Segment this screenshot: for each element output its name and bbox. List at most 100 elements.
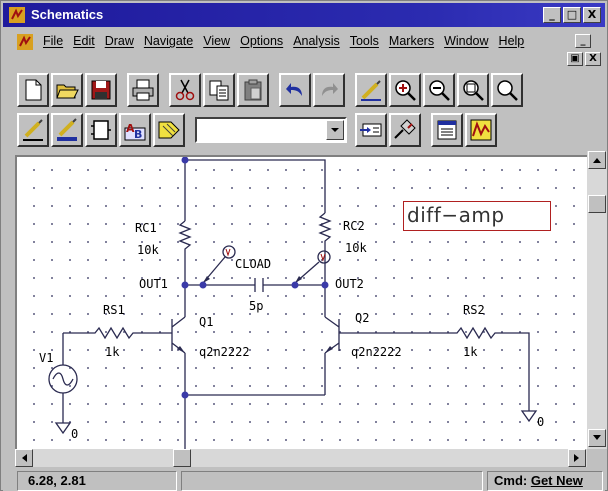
rc1-value[interactable]: 10k	[137, 243, 159, 257]
out1-label[interactable]: OUT1	[139, 277, 168, 291]
menu-edit[interactable]: Edit	[73, 34, 95, 48]
probe-v-mark	[225, 248, 231, 257]
junction-dot	[321, 281, 329, 289]
diagram-title-box[interactable]: diff−amp	[403, 201, 551, 231]
paste-button[interactable]	[237, 73, 269, 107]
q2-model[interactable]: q2n2222	[351, 345, 402, 359]
zoom-fit-button[interactable]	[491, 73, 523, 107]
menu-tools[interactable]: Tools	[350, 34, 379, 48]
draw-wire-tool-button[interactable]	[17, 113, 49, 147]
redo-icon	[322, 83, 338, 96]
rs2-value[interactable]: 1k	[463, 345, 477, 359]
top-rail-wire	[184, 157, 326, 213]
menu-draw[interactable]: Draw	[105, 34, 134, 48]
open-button[interactable]	[51, 73, 83, 107]
draw-bus-button[interactable]	[51, 113, 83, 147]
part-combo[interactable]	[195, 117, 347, 143]
zoom-out-button[interactable]	[423, 73, 455, 107]
save-button[interactable]	[85, 73, 117, 107]
out2-label[interactable]: OUT2	[335, 277, 364, 291]
zoom-area-button[interactable]	[457, 73, 489, 107]
zoom-in-icon	[395, 80, 416, 101]
rc2-value[interactable]: 10k	[345, 241, 367, 255]
copy-button[interactable]	[203, 73, 235, 107]
rs1-value[interactable]: 1k	[105, 345, 119, 359]
draw-block-button[interactable]	[85, 113, 117, 147]
status-message	[181, 471, 483, 491]
menu-file[interactable]: File	[43, 34, 63, 48]
paste-icon	[244, 79, 262, 101]
schematic-canvas[interactable]: diff−amp RC1 10k RC2 10k CLOAD 5p OUT1 O…	[15, 155, 587, 449]
arrow-left-icon	[22, 454, 27, 462]
draw-wire-button[interactable]	[355, 73, 387, 107]
menu-navigate[interactable]: Navigate	[144, 34, 193, 48]
setup-analysis-icon	[360, 123, 382, 137]
ground2-label[interactable]: 0	[537, 415, 544, 429]
minimize-button[interactable]: _	[543, 7, 561, 23]
simulate-button[interactable]	[389, 113, 421, 147]
menu-window[interactable]: Window	[444, 34, 488, 48]
junction-dot	[181, 157, 189, 164]
rc2-label[interactable]: RC2	[343, 219, 365, 233]
cload-label[interactable]: CLOAD	[235, 257, 271, 271]
svg-text:B: B	[134, 128, 142, 141]
zoom-in-button[interactable]	[389, 73, 421, 107]
command-name: Get New	[530, 473, 583, 488]
cload-capacitor	[254, 278, 264, 292]
junction-dot	[181, 391, 189, 399]
close-button[interactable]: X	[583, 7, 601, 23]
vertical-scrollbar[interactable]	[587, 151, 607, 449]
undo-button[interactable]	[279, 73, 311, 107]
simulate-icon	[394, 119, 416, 139]
menu-view[interactable]: View	[203, 34, 230, 48]
mdi-minimize-button[interactable]: _	[575, 34, 591, 48]
rs1-resistor	[63, 326, 172, 340]
probe-button[interactable]	[465, 113, 497, 147]
ground1-label[interactable]: 0	[71, 427, 78, 441]
cut-button[interactable]	[169, 73, 201, 107]
ground-icon	[54, 422, 72, 435]
rs2-resistor	[339, 326, 530, 411]
edit-attributes-button[interactable]	[153, 113, 185, 147]
horizontal-scrollbar[interactable]	[15, 449, 587, 467]
print-button[interactable]	[127, 73, 159, 107]
menu-analysis[interactable]: Analysis	[293, 34, 340, 48]
scroll-left-button[interactable]	[15, 449, 33, 467]
redo-button[interactable]	[313, 73, 345, 107]
app-icon	[9, 7, 25, 23]
title-bar[interactable]: Schematics _ □ X	[3, 3, 605, 27]
rs1-label[interactable]: RS1	[103, 303, 125, 317]
enable-bias-button[interactable]	[431, 113, 463, 147]
q2-emitter-arrow	[325, 346, 333, 353]
command-status: Cmd: Get New	[487, 471, 603, 491]
mdi-close-button[interactable]: X	[585, 52, 601, 66]
mdi-restore-button[interactable]: ▣	[567, 52, 583, 66]
menu-options[interactable]: Options	[240, 34, 283, 48]
new-button[interactable]	[17, 73, 49, 107]
cload-value[interactable]: 5p	[249, 299, 263, 313]
rc1-label[interactable]: RC1	[135, 221, 157, 235]
q1-label[interactable]: Q1	[199, 315, 213, 329]
v1-label[interactable]: V1	[39, 351, 53, 365]
cut-icon	[175, 79, 195, 101]
q1-model[interactable]: q2n2222	[199, 345, 250, 359]
vertical-scroll-thumb[interactable]	[588, 195, 606, 213]
draw-toolbar: AB	[17, 113, 499, 147]
scroll-down-button[interactable]	[588, 429, 606, 447]
scroll-up-button[interactable]	[588, 151, 606, 169]
combo-dropdown-button[interactable]	[326, 120, 344, 140]
rs2-label[interactable]: RS2	[463, 303, 485, 317]
menu-markers[interactable]: Markers	[389, 34, 434, 48]
get-part-button[interactable]: AB	[119, 113, 151, 147]
status-bar: 6.28, 2.81 Cmd: Get New	[3, 469, 605, 491]
setup-analysis-button[interactable]	[355, 113, 387, 147]
horizontal-scroll-thumb[interactable]	[173, 449, 191, 467]
document-icon[interactable]	[17, 34, 33, 50]
zoom-fit-icon	[497, 80, 518, 101]
menu-help[interactable]: Help	[499, 34, 525, 48]
q2-label[interactable]: Q2	[355, 311, 369, 325]
ground-icon	[520, 410, 538, 423]
maximize-button[interactable]: □	[563, 7, 581, 23]
zoom-area-icon	[463, 80, 484, 101]
scroll-right-button[interactable]	[568, 449, 586, 467]
